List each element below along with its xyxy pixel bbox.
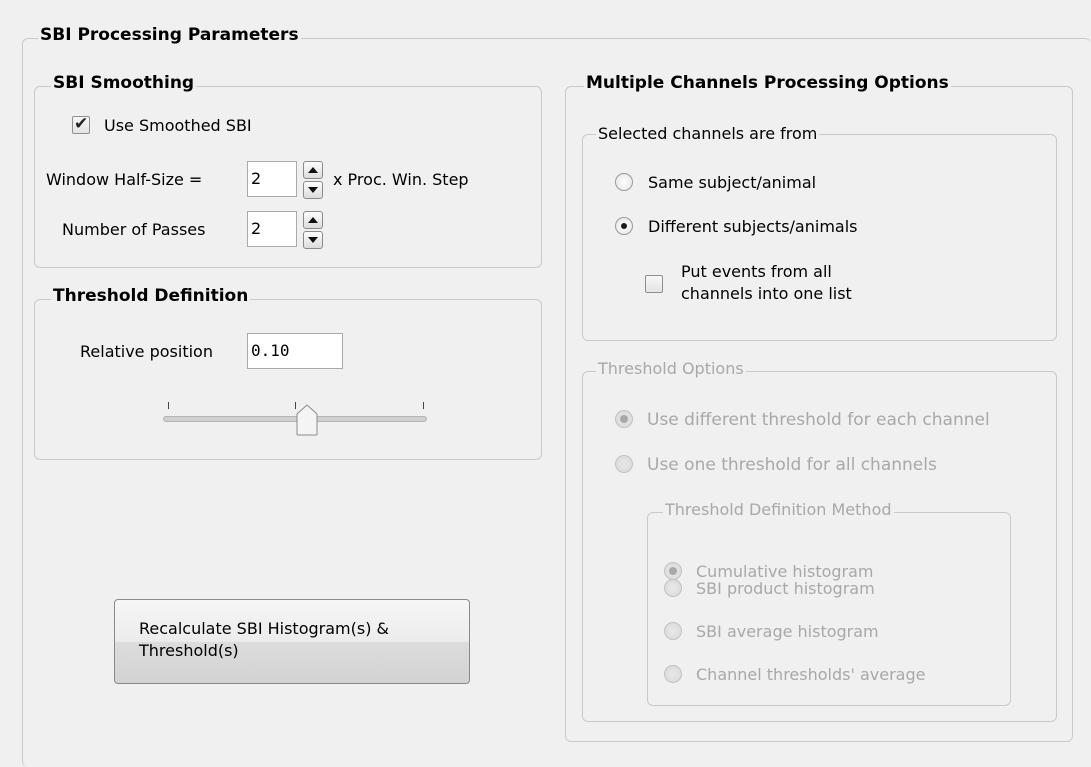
multiple-channels-title: Multiple Channels Processing Options — [584, 73, 951, 93]
method-label-sbi-product: SBI product histogram — [696, 579, 875, 598]
method-radio-channel-average[interactable] — [664, 665, 682, 683]
sbi-smoothing-title: SBI Smoothing — [51, 73, 197, 93]
use-smoothed-checkbox[interactable]: ✔ — [72, 114, 90, 134]
selected-channels-group — [582, 134, 1057, 341]
window-suffix-label: x Proc. Win. Step — [333, 170, 469, 189]
method-radio-sbi-product-visible[interactable] — [664, 579, 682, 597]
method-label-sbi-average: SBI average histogram — [696, 622, 879, 641]
passes-label: Number of Passes — [62, 220, 206, 239]
one-threshold-radio[interactable] — [615, 455, 633, 473]
threshold-options-title: Threshold Options — [596, 359, 746, 378]
relative-position-label: Relative position — [80, 342, 213, 361]
recalculate-button-line1: Recalculate SBI Histogram(s) & — [139, 619, 389, 638]
threshold-method-title: Threshold Definition Method — [663, 500, 894, 519]
put-events-label: Put events from all channels into one li… — [681, 261, 852, 305]
passes-input[interactable]: 2 — [247, 211, 297, 247]
passes-spinner[interactable] — [303, 211, 323, 249]
window-half-size-input[interactable]: 2 — [247, 161, 297, 197]
same-subject-label: Same subject/animal — [648, 173, 817, 192]
put-events-line1: Put events from all — [681, 262, 832, 281]
spin-down-icon[interactable] — [303, 231, 323, 249]
method-radio-cumulative[interactable] — [664, 562, 682, 580]
slider-tick — [168, 402, 169, 409]
slider-track — [163, 416, 427, 422]
radio-selected-dot — [620, 415, 628, 423]
different-threshold-radio[interactable] — [615, 410, 633, 428]
different-subjects-label: Different subjects/animals — [648, 217, 858, 236]
spin-up-icon[interactable] — [303, 211, 323, 229]
window-half-size-spinner[interactable] — [303, 161, 323, 199]
slider-tick — [423, 402, 424, 409]
different-threshold-label: Use different threshold for each channel — [647, 410, 990, 430]
put-events-line2: channels into one list — [681, 284, 852, 303]
put-events-checkbox[interactable] — [645, 275, 663, 293]
outer-group-title: SBI Processing Parameters — [38, 25, 301, 45]
method-radio-sbi-average[interactable] — [664, 622, 682, 640]
threshold-slider[interactable] — [163, 402, 427, 444]
use-smoothed-label: Use Smoothed SBI — [104, 116, 252, 135]
spin-up-icon[interactable] — [303, 161, 323, 179]
recalculate-button[interactable]: Recalculate SBI Histogram(s) & Threshold… — [114, 599, 470, 684]
radio-selected-dot — [669, 567, 677, 575]
recalculate-button-line2: Threshold(s) — [139, 641, 239, 660]
selected-channels-title: Selected channels are from — [596, 124, 820, 143]
radio-selected-dot — [621, 223, 627, 229]
window-half-size-label: Window Half-Size = — [46, 170, 203, 189]
different-subjects-radio[interactable] — [615, 217, 633, 235]
threshold-definition-title: Threshold Definition — [51, 286, 251, 306]
same-subject-radio[interactable] — [615, 173, 633, 191]
checkmark-icon: ✔ — [74, 114, 89, 134]
spin-down-icon[interactable] — [303, 181, 323, 199]
relative-position-input[interactable]: 0.10 — [247, 333, 343, 369]
slider-thumb[interactable] — [296, 404, 318, 436]
one-threshold-label: Use one threshold for all channels — [647, 455, 937, 475]
method-label-channel-average: Channel thresholds' average — [696, 665, 926, 684]
